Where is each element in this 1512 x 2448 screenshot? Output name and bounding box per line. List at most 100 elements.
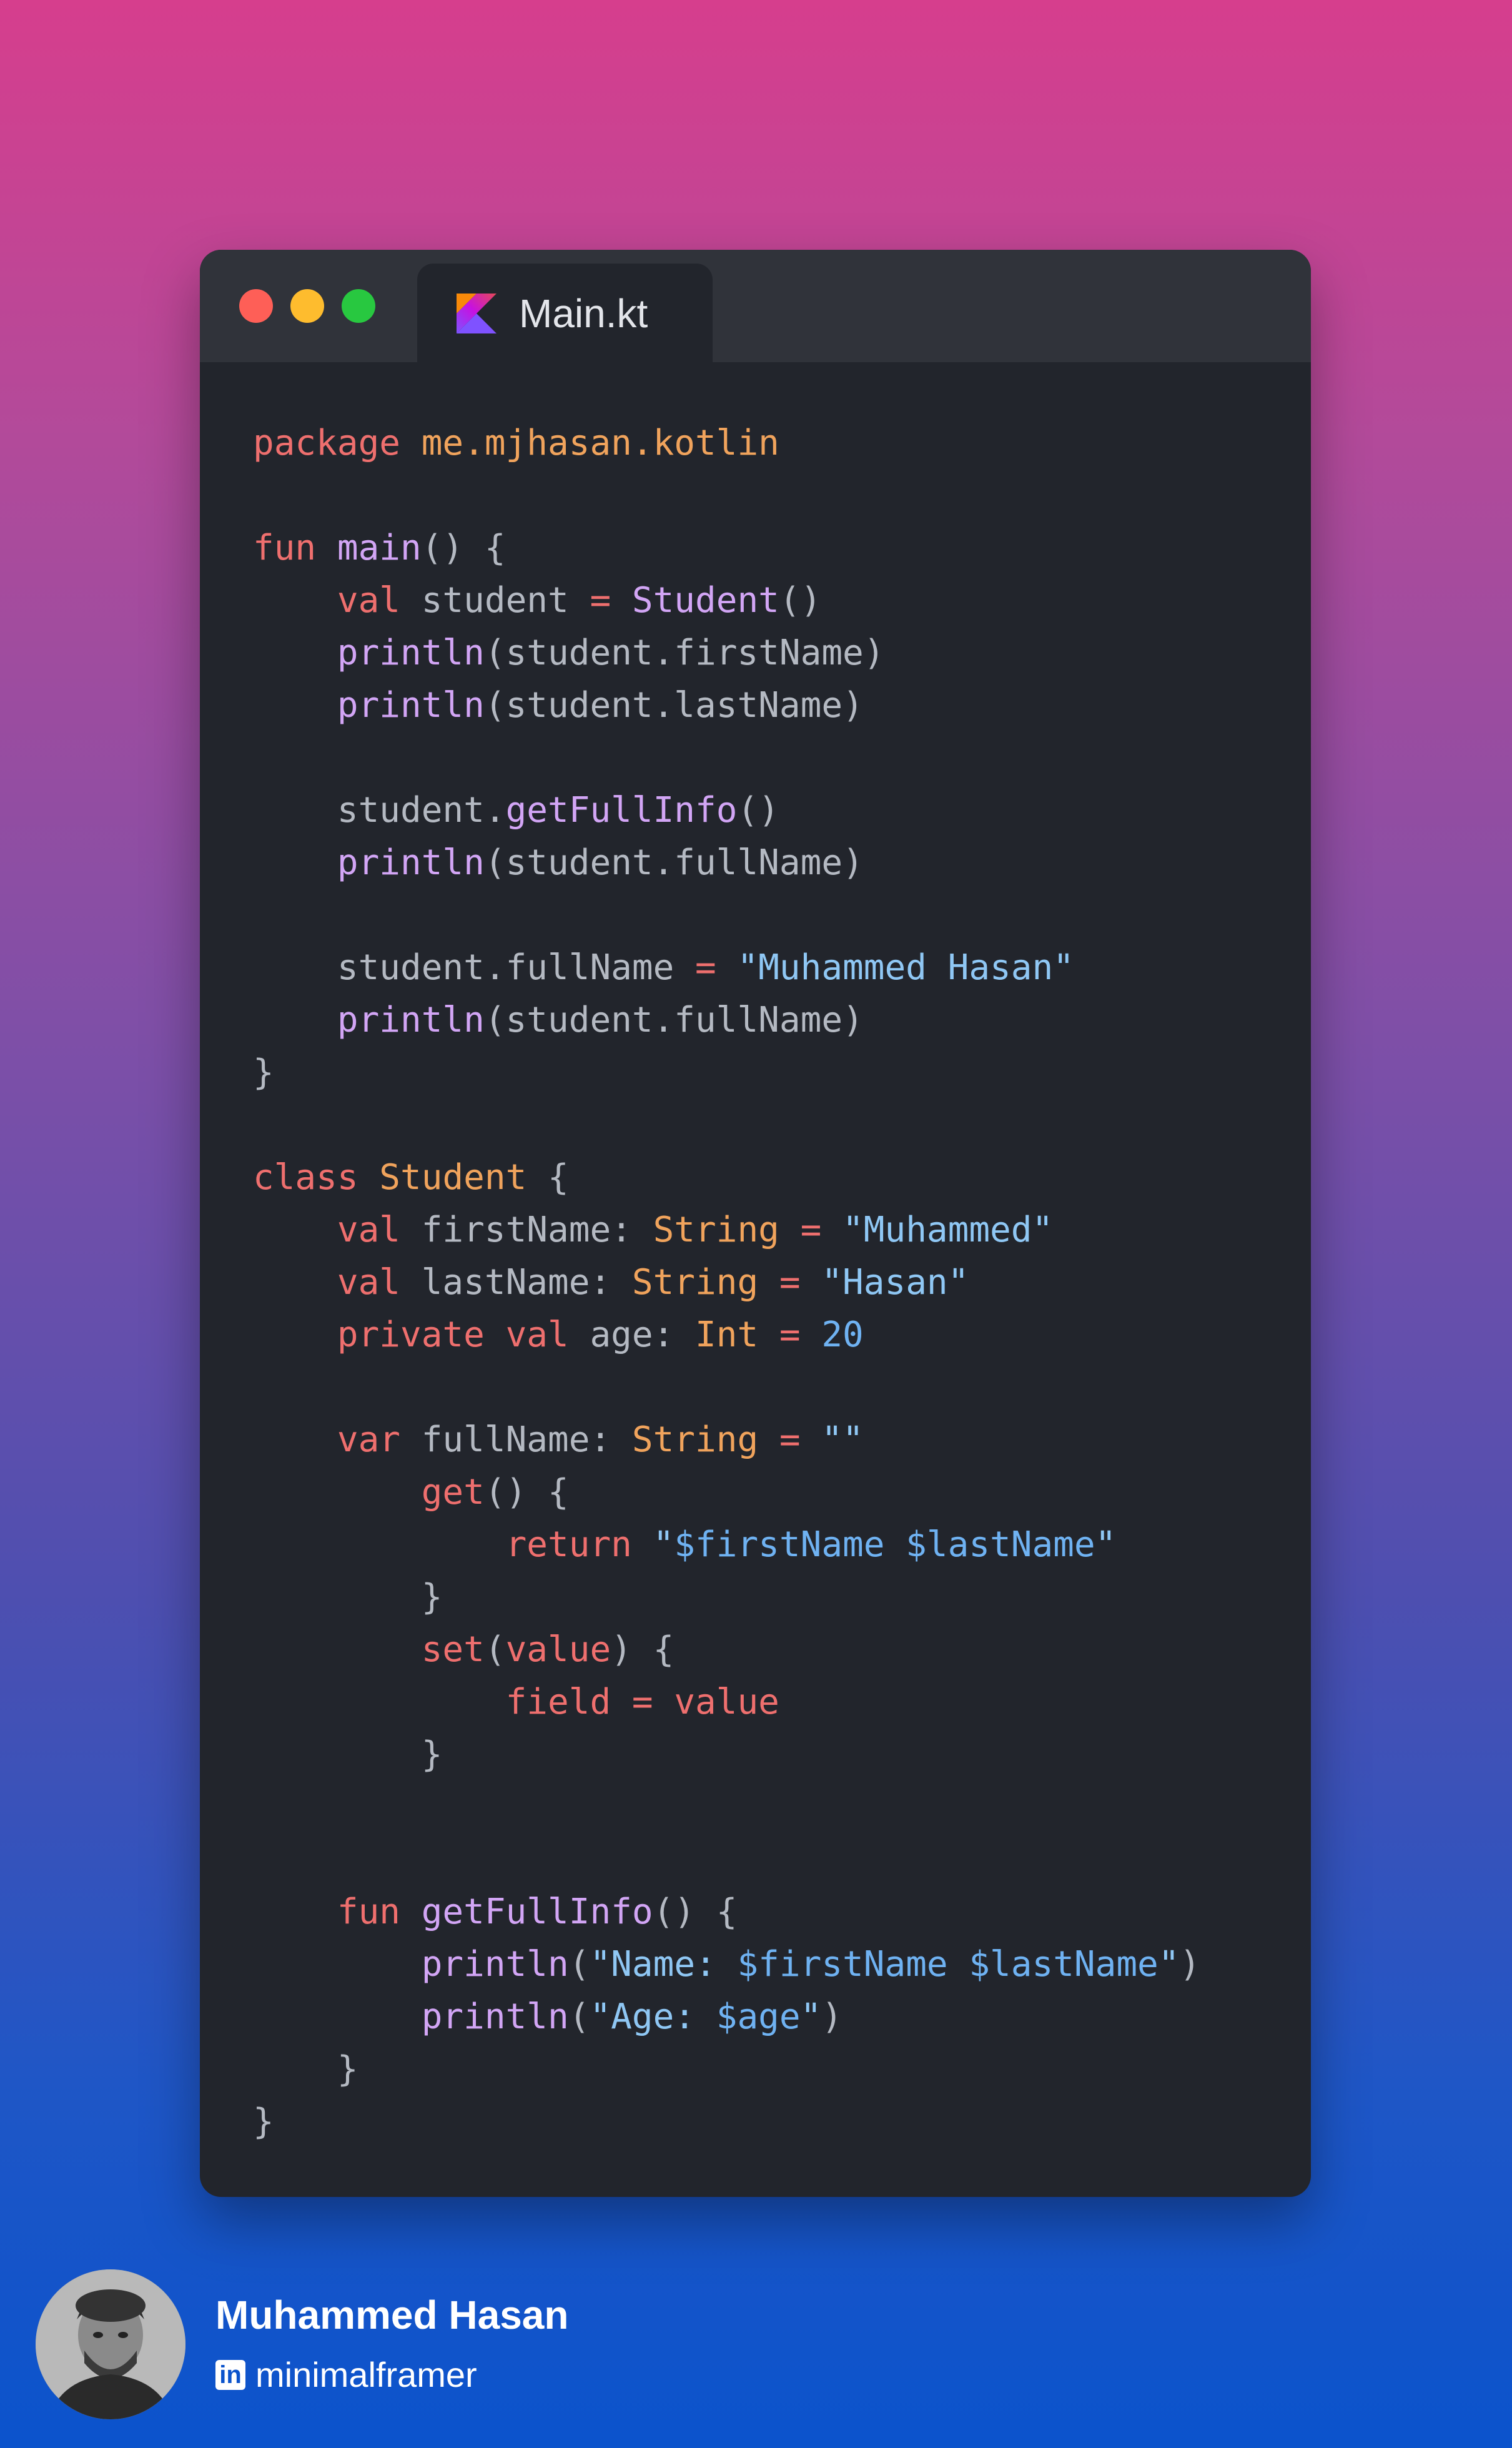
code-line: }	[253, 2096, 1200, 2148]
code-line: println(student.fullName)	[253, 837, 1200, 889]
code-line: println(student.fullName)	[253, 994, 1200, 1047]
code-token: private val	[253, 1315, 590, 1355]
code-line: fun getFullInfo() {	[253, 1886, 1200, 1938]
code-token: val	[253, 1262, 422, 1303]
code-line: student.getFullInfo()	[253, 784, 1200, 837]
code-token: "Muhammed Hasan"	[737, 947, 1074, 988]
code-line: }	[253, 1047, 1200, 1099]
code-token: =	[590, 580, 632, 621]
code-token: $age	[716, 1996, 801, 2037]
close-window-button[interactable]	[239, 289, 273, 323]
code-token: (	[484, 1629, 506, 1670]
code-token: main	[337, 528, 422, 568]
code-token: (student.fullName)	[484, 842, 864, 883]
code-token: }	[253, 2101, 274, 2142]
code-token: "Hasan"	[821, 1262, 969, 1303]
code-token: =	[779, 1419, 822, 1460]
code-token: 20	[821, 1315, 864, 1355]
code-token: age:	[590, 1315, 696, 1355]
code-token: (student.firstName)	[484, 633, 885, 673]
code-editor[interactable]: package me.mjhasan.kotlin fun main() { v…	[253, 417, 1200, 2148]
code-line: get() {	[253, 1466, 1200, 1519]
code-token: "Name:	[590, 1944, 738, 1985]
code-token: String	[631, 1419, 779, 1460]
code-token: {	[548, 1157, 569, 1198]
tab-title: Main.kt	[519, 291, 648, 336]
code-token: "Age:	[590, 1996, 716, 2037]
code-token: String	[631, 1262, 779, 1303]
code-line: field = value	[253, 1676, 1200, 1729]
code-line: val student = Student()	[253, 575, 1200, 627]
code-token: package	[253, 423, 422, 463]
code-token: println	[253, 1996, 569, 2037]
code-line: set(value) {	[253, 1624, 1200, 1676]
code-line: println("Name: $firstName $lastName")	[253, 1938, 1200, 1991]
code-token: () {	[421, 528, 506, 568]
code-token: ()	[737, 790, 779, 831]
code-line: student.fullName = "Muhammed Hasan"	[253, 942, 1200, 994]
code-token: (student.lastName)	[484, 685, 864, 726]
tab-main-kt[interactable]: Main.kt	[417, 264, 713, 362]
code-token: () {	[653, 1892, 738, 1932]
code-token: (	[568, 1996, 590, 2037]
code-token: return	[253, 1524, 653, 1565]
code-line: return "$firstName $lastName"	[253, 1519, 1200, 1571]
code-token: value	[505, 1629, 611, 1670]
code-token: =	[800, 1210, 843, 1250]
code-line: var fullName: String = ""	[253, 1414, 1200, 1466]
code-token: }	[253, 2049, 358, 2090]
code-token: println	[253, 842, 485, 883]
code-token: student.fullName	[253, 947, 696, 988]
code-token: String	[653, 1210, 801, 1250]
code-token: Student	[631, 580, 779, 621]
minimize-window-button[interactable]	[290, 289, 324, 323]
code-token: }	[253, 1577, 443, 1617]
kotlin-logo-icon	[457, 294, 497, 333]
code-token: getFullInfo	[505, 790, 738, 831]
code-token: me.mjhasan.kotlin	[421, 423, 779, 463]
social-handle[interactable]: in minimalframer	[215, 2354, 477, 2395]
code-token: Int	[695, 1315, 779, 1355]
code-line: }	[253, 1729, 1200, 1781]
code-token: lastName:	[421, 1262, 632, 1303]
maximize-window-button[interactable]	[342, 289, 375, 323]
author-name: Muhammed Hasan	[215, 2293, 569, 2337]
code-line: val firstName: String = "Muhammed"	[253, 1204, 1200, 1256]
code-token: fun	[253, 1892, 422, 1932]
code-token: "Muhammed"	[842, 1210, 1054, 1250]
avatar	[36, 2269, 185, 2419]
code-token: value	[674, 1682, 779, 1722]
code-token: )	[1179, 1944, 1201, 1985]
code-token: }	[253, 1734, 443, 1775]
code-token: () {	[484, 1472, 569, 1513]
code-token: println	[253, 633, 485, 673]
code-token: =	[695, 947, 738, 988]
code-line: }	[253, 2043, 1200, 2096]
code-token: "	[653, 1524, 674, 1565]
avatar-portrait	[36, 2269, 185, 2419]
social-handle-text: minimalframer	[255, 2355, 477, 2394]
code-token: (	[568, 1944, 590, 1985]
code-token: student.	[253, 790, 506, 831]
code-token: $firstName $lastName	[737, 1944, 1159, 1985]
code-token: $firstName $lastName	[674, 1524, 1095, 1565]
code-token: Student	[379, 1157, 548, 1198]
code-token: var	[253, 1419, 422, 1460]
code-token: class	[253, 1157, 380, 1198]
code-token: val	[253, 1210, 422, 1250]
code-token: =	[631, 1682, 674, 1722]
code-line: println(student.firstName)	[253, 627, 1200, 679]
code-token: val	[253, 580, 422, 621]
code-token: println	[253, 1000, 485, 1040]
code-token: fun	[253, 528, 337, 568]
linkedin-icon: in	[215, 2359, 245, 2390]
code-token: (student.fullName)	[484, 1000, 864, 1040]
title-bar: Main.kt	[200, 250, 1311, 362]
code-token: get	[253, 1472, 485, 1513]
code-token: student	[421, 580, 590, 621]
